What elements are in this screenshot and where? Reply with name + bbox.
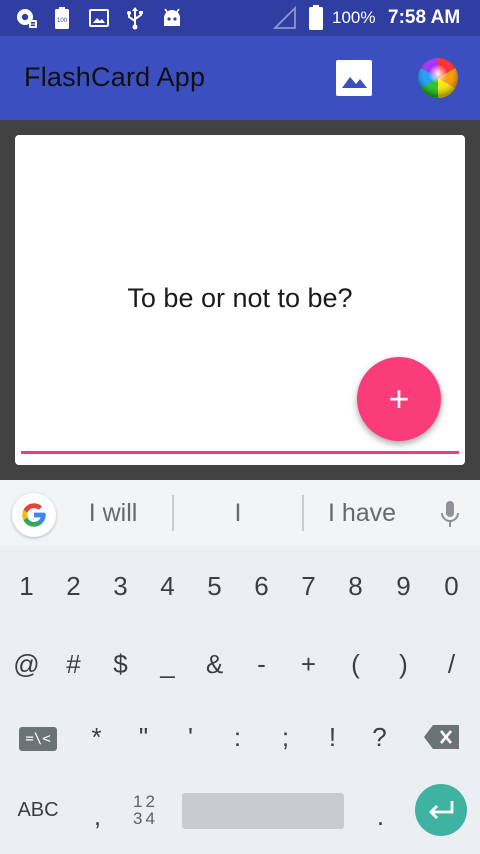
key-close-paren[interactable]: ) (380, 634, 427, 694)
key-single-quote[interactable]: ' (167, 707, 214, 767)
numpad-key[interactable]: 12 34 (122, 780, 169, 840)
soft-keyboard: I will I I have 1 2 3 4 5 6 7 8 9 0 @ # … (0, 480, 480, 854)
numpad-bottom-label: 34 (133, 809, 158, 828)
key-1[interactable]: 1 (3, 556, 50, 616)
enter-arrow-icon (429, 801, 454, 819)
key-2[interactable]: 2 (50, 556, 97, 616)
color-wheel-icon (418, 58, 458, 98)
suggestion-3[interactable]: I have (310, 480, 414, 546)
image-icon (336, 60, 372, 96)
svg-text:100: 100 (57, 18, 68, 24)
suggestion-divider (172, 495, 174, 531)
key-asterisk[interactable]: * (73, 707, 120, 767)
card-underline (21, 451, 459, 454)
app-title: FlashCard App (24, 62, 206, 92)
enter-key[interactable] (415, 784, 467, 836)
color-picker-button[interactable] (416, 56, 460, 100)
key-comma[interactable]: , (74, 786, 121, 846)
key-double-quote[interactable]: " (120, 707, 167, 767)
key-6[interactable]: 6 (238, 556, 285, 616)
abc-key[interactable]: ABC (6, 780, 70, 840)
key-colon[interactable]: : (214, 707, 261, 767)
app-bar: FlashCard App (0, 36, 480, 120)
android-icon (160, 6, 184, 30)
suggestion-divider (302, 495, 304, 531)
suggestion-bar: I will I I have (0, 480, 480, 546)
key-slash[interactable]: / (428, 634, 475, 694)
symbols-toggle-key[interactable]: =\< (6, 707, 70, 767)
status-bar: 100 100% 7:58 AM (0, 0, 480, 36)
suggestion-2[interactable]: I (176, 480, 300, 546)
key-open-paren[interactable]: ( (332, 634, 379, 694)
clock: 7:58 AM (388, 7, 461, 28)
key-dollar[interactable]: $ (97, 634, 144, 694)
key-minus[interactable]: - (238, 634, 285, 694)
key-3[interactable]: 3 (97, 556, 144, 616)
app-notification-icon (14, 6, 40, 30)
key-ampersand[interactable]: & (191, 634, 238, 694)
symbols-toggle-label: =\< (19, 727, 57, 752)
image-picker-button[interactable] (332, 56, 376, 100)
key-plus[interactable]: + (285, 634, 332, 694)
google-icon (22, 503, 46, 527)
battery-saver-icon: 100 (52, 6, 72, 30)
suggestion-1[interactable]: I will (66, 480, 160, 546)
signal-icon (272, 6, 298, 30)
battery-icon (306, 5, 326, 30)
key-at[interactable]: @ (3, 634, 50, 694)
key-9[interactable]: 9 (380, 556, 427, 616)
backspace-key[interactable] (414, 707, 470, 767)
key-exclamation[interactable]: ! (309, 707, 356, 767)
usb-icon (124, 6, 146, 30)
add-card-button[interactable]: + (357, 357, 441, 441)
google-button[interactable] (12, 493, 56, 537)
key-period[interactable]: . (357, 786, 404, 846)
spacebar[interactable] (182, 793, 344, 829)
battery-percent: 100% (332, 8, 376, 27)
key-5[interactable]: 5 (191, 556, 238, 616)
flashcard[interactable]: To be or not to be? + (15, 135, 465, 465)
key-question[interactable]: ? (356, 707, 403, 767)
numpad-top-label: 12 (133, 792, 158, 811)
key-underscore[interactable]: _ (144, 634, 191, 694)
key-0[interactable]: 0 (428, 556, 475, 616)
flashcard-question: To be or not to be? (127, 283, 353, 313)
key-4[interactable]: 4 (144, 556, 191, 616)
microphone-icon (441, 501, 459, 527)
voice-input-button[interactable] (432, 498, 468, 530)
key-7[interactable]: 7 (285, 556, 332, 616)
key-8[interactable]: 8 (332, 556, 379, 616)
key-semicolon[interactable]: ; (262, 707, 309, 767)
image-icon (88, 6, 110, 30)
backspace-icon (424, 725, 459, 749)
key-hash[interactable]: # (50, 634, 97, 694)
